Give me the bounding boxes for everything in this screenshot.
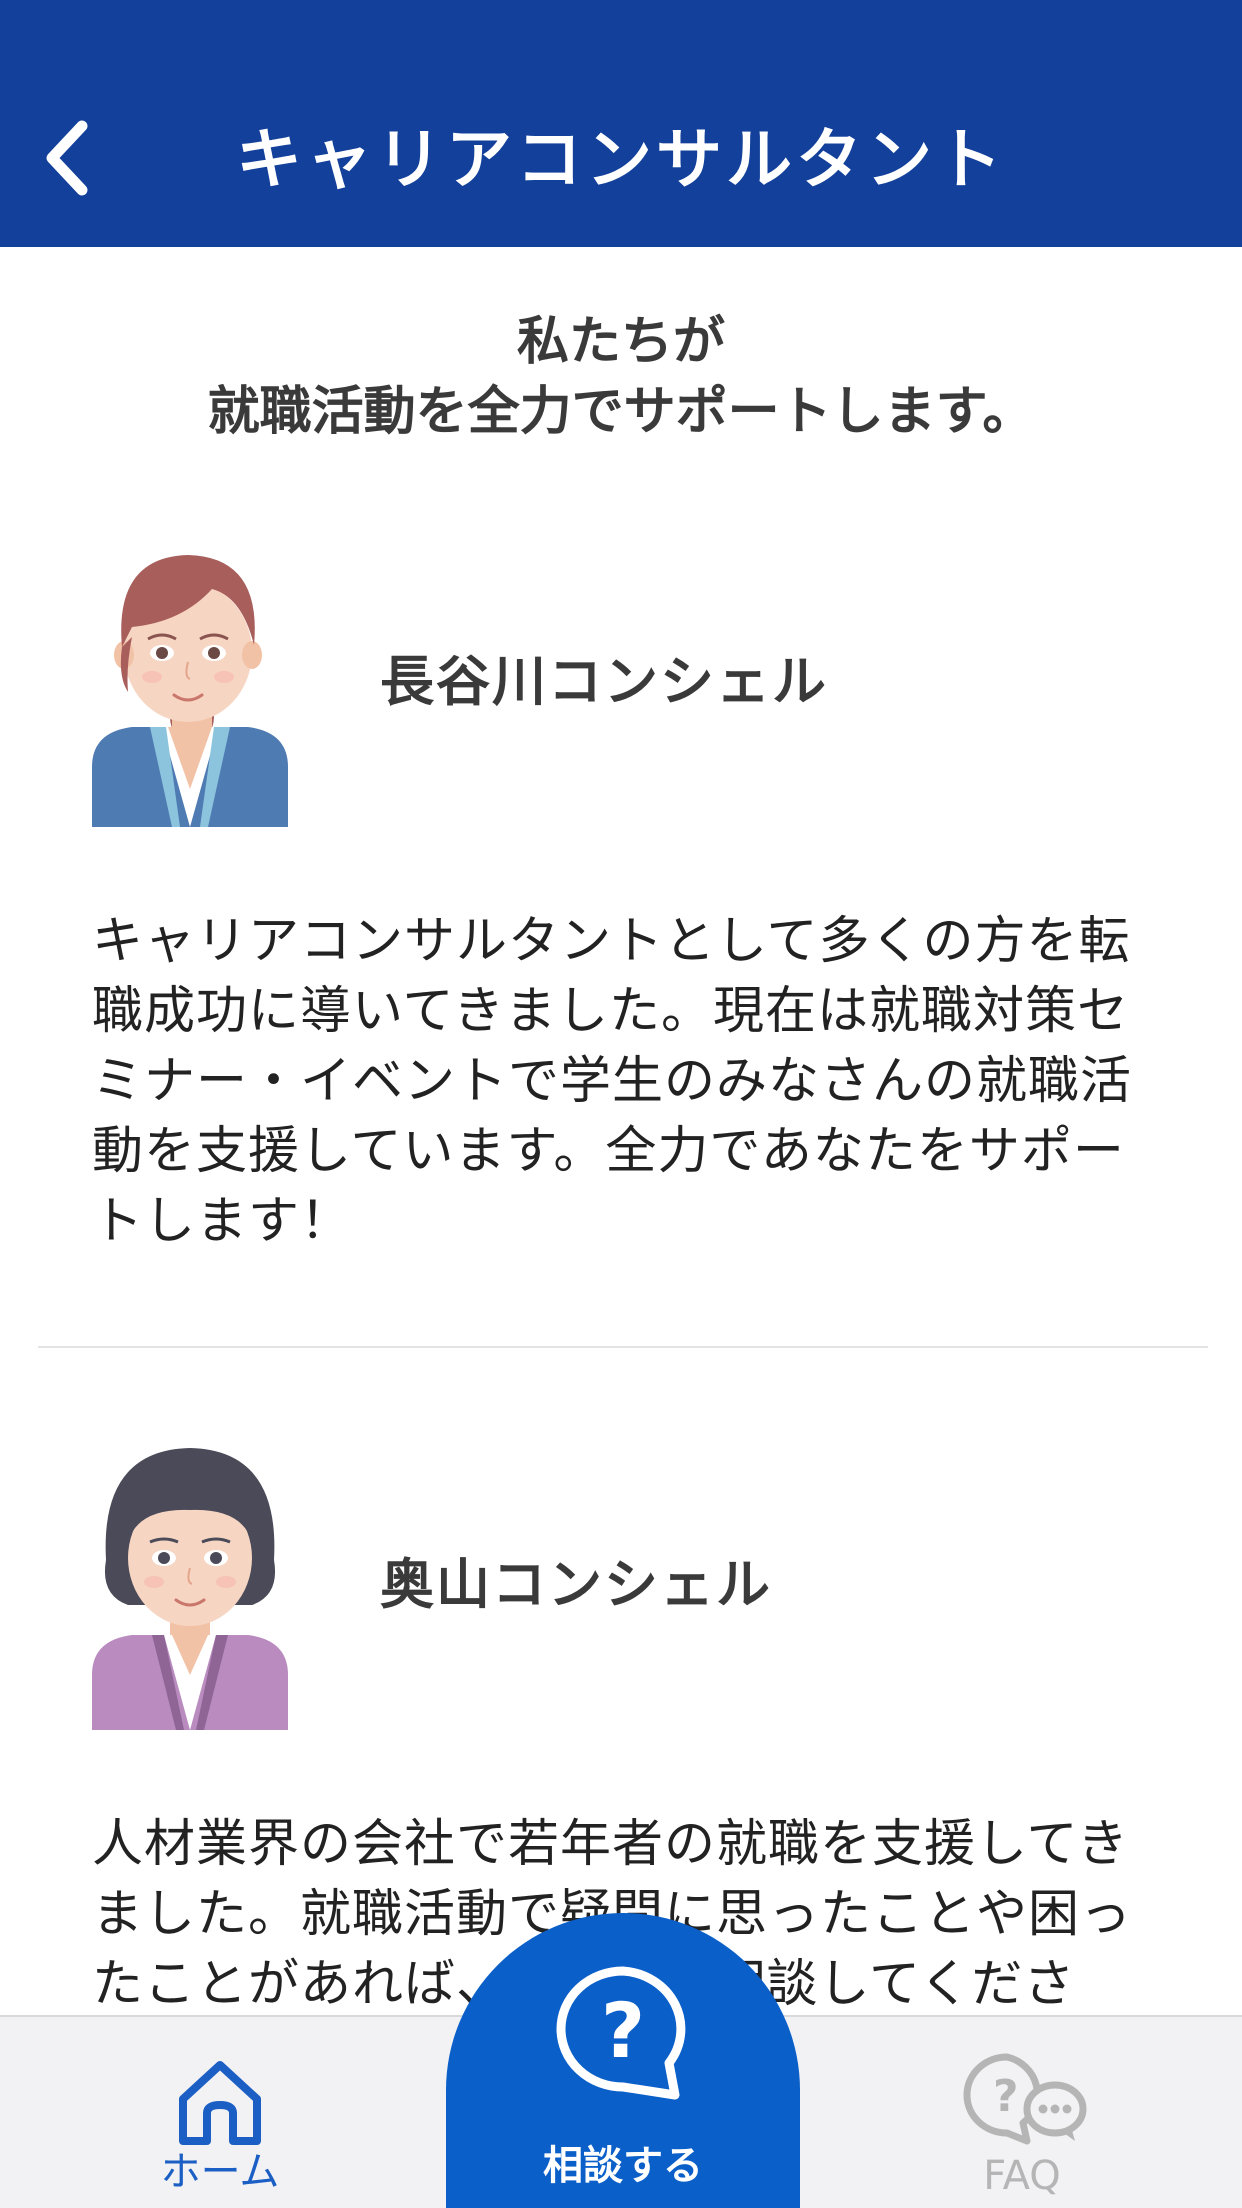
consultant-bio: キャリアコンサルタントとして多くの方を転職成功に導いてきました。現在は就職対策セ… xyxy=(92,912,1133,1251)
tab-faq-label: FAQ xyxy=(983,2153,1061,2199)
consultant-avatar-icon xyxy=(92,1430,288,1730)
svg-text:?: ? xyxy=(993,2071,1019,2122)
intro-line-2: 就職活動を全力でサポートします。 xyxy=(207,382,1035,442)
consult-label: 相談する xyxy=(543,2143,703,2189)
consultant-list[interactable]: 私たちが 就職活動を全力でサポートします。 長谷川コンシェル キャリアコンサルタ… xyxy=(0,247,1242,2015)
tab-faq[interactable]: ? FAQ xyxy=(872,2017,1172,2208)
page-title: キャリアコンサルタント xyxy=(236,121,1006,198)
divider xyxy=(38,1346,1208,1348)
home-icon xyxy=(175,2057,265,2151)
consultant-name: 奥山コンシェル xyxy=(380,1553,772,1616)
consultant-name: 長谷川コンシェル xyxy=(380,650,828,713)
svg-text:?: ? xyxy=(601,1986,645,2075)
tab-home[interactable]: ホーム xyxy=(70,2017,370,2208)
tab-home-label: ホーム xyxy=(160,2149,280,2195)
faq-chat-icon: ? xyxy=(957,2049,1087,2153)
intro-line-1: 私たちが xyxy=(516,312,725,372)
app-screen: キャリアコンサルタント 私たちが 就職活動を全力でサポートします。 長谷川コンシ… xyxy=(0,0,1242,2208)
question-bubble-icon: ? xyxy=(551,1963,695,2107)
intro-heading: 私たちが 就職活動を全力でサポートします。 xyxy=(0,307,1242,447)
consultant-avatar-icon xyxy=(92,527,288,827)
navigation-header: キャリアコンサルタント xyxy=(0,0,1242,247)
